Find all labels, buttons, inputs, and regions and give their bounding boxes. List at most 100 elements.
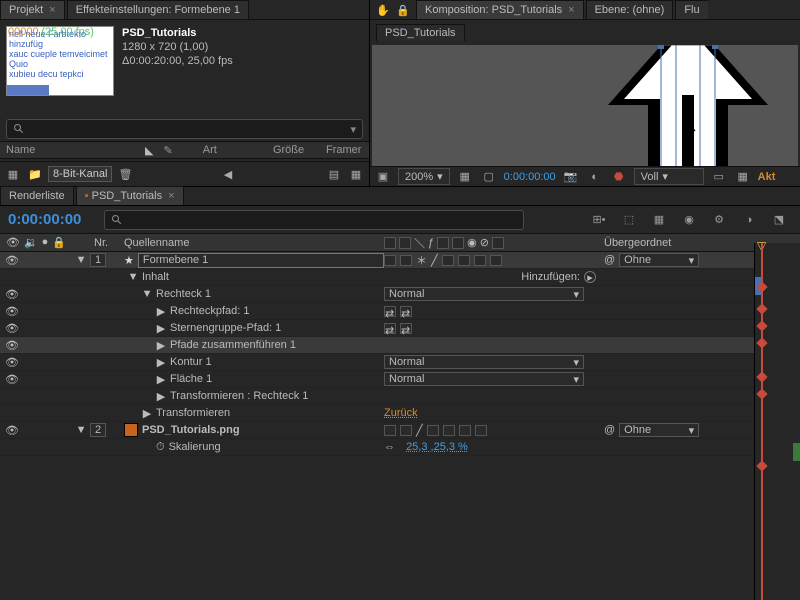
- keyframe-icon[interactable]: [756, 371, 767, 382]
- switch[interactable]: [384, 425, 396, 436]
- channel-icon[interactable]: ◐: [586, 168, 604, 186]
- interpret-footage-icon[interactable]: ▦: [4, 165, 22, 183]
- zoom-dropdown[interactable]: 200%▾: [398, 168, 450, 185]
- mask-icon[interactable]: ▢: [480, 168, 498, 186]
- visibility-toggle[interactable]: 👁: [6, 356, 18, 368]
- keyframe-icon[interactable]: [756, 320, 767, 331]
- tab-timeline-comp[interactable]: ▪ PSD_Tutorials×: [76, 186, 184, 205]
- color-mgmt-icon[interactable]: ⬣: [610, 168, 628, 186]
- blend-mode-dropdown[interactable]: Normal▾: [384, 287, 584, 301]
- layer-row-1[interactable]: 👁 ▼ 1 ★Formebene 1 ＊ ╱ @Ohne▾: [0, 252, 800, 269]
- visibility-toggle[interactable]: 👁: [6, 373, 18, 385]
- tab-flowchart[interactable]: Flu: [675, 0, 707, 19]
- frame-blend-icon[interactable]: ▦: [648, 209, 670, 231]
- add-button[interactable]: ▸: [584, 271, 596, 283]
- twirl-right-icon[interactable]: ▶: [142, 408, 152, 418]
- playhead[interactable]: [761, 243, 763, 600]
- graph-editor-icon[interactable]: ⬔: [768, 209, 790, 231]
- visibility-toggle[interactable]: 👁: [6, 339, 18, 351]
- lock-icon[interactable]: 🔒: [394, 1, 412, 19]
- active-camera-button[interactable]: Akt: [758, 171, 776, 183]
- switch[interactable]: [458, 255, 470, 266]
- twirl-right-icon[interactable]: ▶: [156, 374, 166, 384]
- motion-blur-icon[interactable]: ◉: [678, 209, 700, 231]
- pickwhip-icon[interactable]: @: [604, 254, 615, 266]
- layer-name-input[interactable]: Formebene 1: [138, 253, 384, 268]
- col-switches[interactable]: ＼ƒ◉⊘: [384, 235, 604, 251]
- lock-col-icon[interactable]: 🔒: [52, 236, 66, 249]
- timeline-track-area[interactable]: ▽: [754, 243, 800, 600]
- path-direction-icon[interactable]: ⇄: [384, 306, 396, 317]
- stroke-row[interactable]: 👁 ▶Kontur 1 Normal▾: [0, 354, 800, 371]
- reset-link[interactable]: Zurück: [384, 407, 418, 419]
- auto-keyframe-icon[interactable]: ◑: [738, 209, 760, 231]
- hand-tool-icon[interactable]: ✋: [374, 1, 392, 19]
- project-search[interactable]: ▾: [6, 119, 363, 139]
- blend-mode-dropdown[interactable]: Normal▾: [384, 355, 584, 369]
- visibility-toggle[interactable]: 👁: [6, 424, 18, 436]
- switch[interactable]: [474, 255, 486, 266]
- draft-3d-icon[interactable]: ⬚: [618, 209, 640, 231]
- switch[interactable]: [475, 425, 487, 436]
- merge-paths-row[interactable]: 👁 ▶Pfade zusammenführen 1: [0, 337, 800, 354]
- twirl-down-icon[interactable]: ▼: [76, 255, 86, 265]
- solo-col-icon[interactable]: ●: [42, 236, 49, 249]
- layer-bar[interactable]: [793, 443, 800, 461]
- transform-rect-row[interactable]: ▶Transformieren : Rechteck 1: [0, 388, 800, 405]
- quality-icon[interactable]: ╱: [431, 254, 438, 267]
- twirl-right-icon[interactable]: ▶: [156, 357, 166, 367]
- comp-flowchart-icon[interactable]: ◀: [219, 165, 237, 183]
- keyframe-icon[interactable]: [756, 460, 767, 471]
- viewer-timecode[interactable]: 0:00:00:00: [504, 171, 556, 183]
- constrain-icon[interactable]: ⇔: [384, 441, 395, 453]
- col-size[interactable]: Größe: [273, 144, 316, 156]
- snapshot-icon[interactable]: 📷: [562, 168, 580, 186]
- tab-layer[interactable]: Ebene: (ohne): [586, 0, 674, 19]
- resolution-dropdown[interactable]: Voll▾: [634, 168, 704, 185]
- visibility-toggle[interactable]: 👁: [6, 288, 18, 300]
- switch[interactable]: [400, 255, 412, 266]
- switch[interactable]: [400, 425, 412, 436]
- rect-group-row[interactable]: 👁 ▼Rechteck 1 Normal▾: [0, 286, 800, 303]
- tab-composition[interactable]: Komposition: PSD_Tutorials×: [416, 0, 584, 19]
- render-queue-icon[interactable]: ▤: [325, 165, 343, 183]
- tab-effect-controls[interactable]: Effekteinstellungen: Formebene 1: [67, 0, 249, 19]
- arrow-shape[interactable]: [588, 45, 788, 166]
- panel-menu-icon[interactable]: ▦: [347, 165, 365, 183]
- fill-row[interactable]: 👁 ▶Fläche 1 Normal▾: [0, 371, 800, 388]
- bit-depth-button[interactable]: 8-Bit-Kanal: [48, 166, 112, 182]
- roi-icon[interactable]: ▭: [710, 168, 728, 186]
- grid-icon[interactable]: ▦: [456, 168, 474, 186]
- keyframe-icon[interactable]: [756, 337, 767, 348]
- collapse-icon[interactable]: ＊: [416, 252, 427, 268]
- timeline-search[interactable]: [104, 210, 524, 230]
- timeline-timecode[interactable]: 0:00:00:00: [0, 211, 100, 228]
- path-direction-icon[interactable]: ⇄: [400, 323, 412, 334]
- search-col-icon[interactable]: ✎: [164, 144, 173, 157]
- layer-row-2[interactable]: 👁 ▼ 2 PSD_Tutorials.png ╱ @Ohne▾: [0, 422, 800, 439]
- path-direction-icon[interactable]: ⇄: [384, 323, 396, 334]
- new-folder-icon[interactable]: 📁: [26, 165, 44, 183]
- col-source-name[interactable]: Quellenname: [124, 237, 384, 249]
- audio-col-icon[interactable]: 🔉: [24, 236, 38, 249]
- col-nr[interactable]: Nr.: [90, 237, 124, 249]
- col-type[interactable]: Art: [203, 144, 263, 156]
- switch[interactable]: [427, 425, 439, 436]
- twirl-right-icon[interactable]: ▶: [156, 323, 166, 333]
- parent-dropdown[interactable]: Ohne▾: [619, 423, 699, 437]
- switch[interactable]: [442, 255, 454, 266]
- transform-row[interactable]: ▶Transformieren Zurück: [0, 405, 800, 422]
- transparency-grid-icon[interactable]: ▦: [734, 168, 752, 186]
- switch[interactable]: [384, 255, 396, 266]
- tag-icon[interactable]: ◣: [145, 144, 153, 157]
- parent-dropdown[interactable]: Ohne▾: [619, 253, 699, 267]
- brainstorm-icon[interactable]: ⚙: [708, 209, 730, 231]
- star-path-row[interactable]: 👁 ▶Sternengruppe-Pfad: 1 ⇄⇄: [0, 320, 800, 337]
- close-icon[interactable]: ×: [568, 4, 574, 16]
- scale-value[interactable]: 25,3 ,25,3 %: [406, 441, 468, 453]
- switch[interactable]: [490, 255, 502, 266]
- twirl-right-icon[interactable]: ▶: [156, 391, 166, 401]
- tab-render-queue[interactable]: Renderliste: [0, 186, 74, 205]
- visibility-toggle[interactable]: 👁: [6, 322, 18, 334]
- close-icon[interactable]: ×: [49, 4, 55, 16]
